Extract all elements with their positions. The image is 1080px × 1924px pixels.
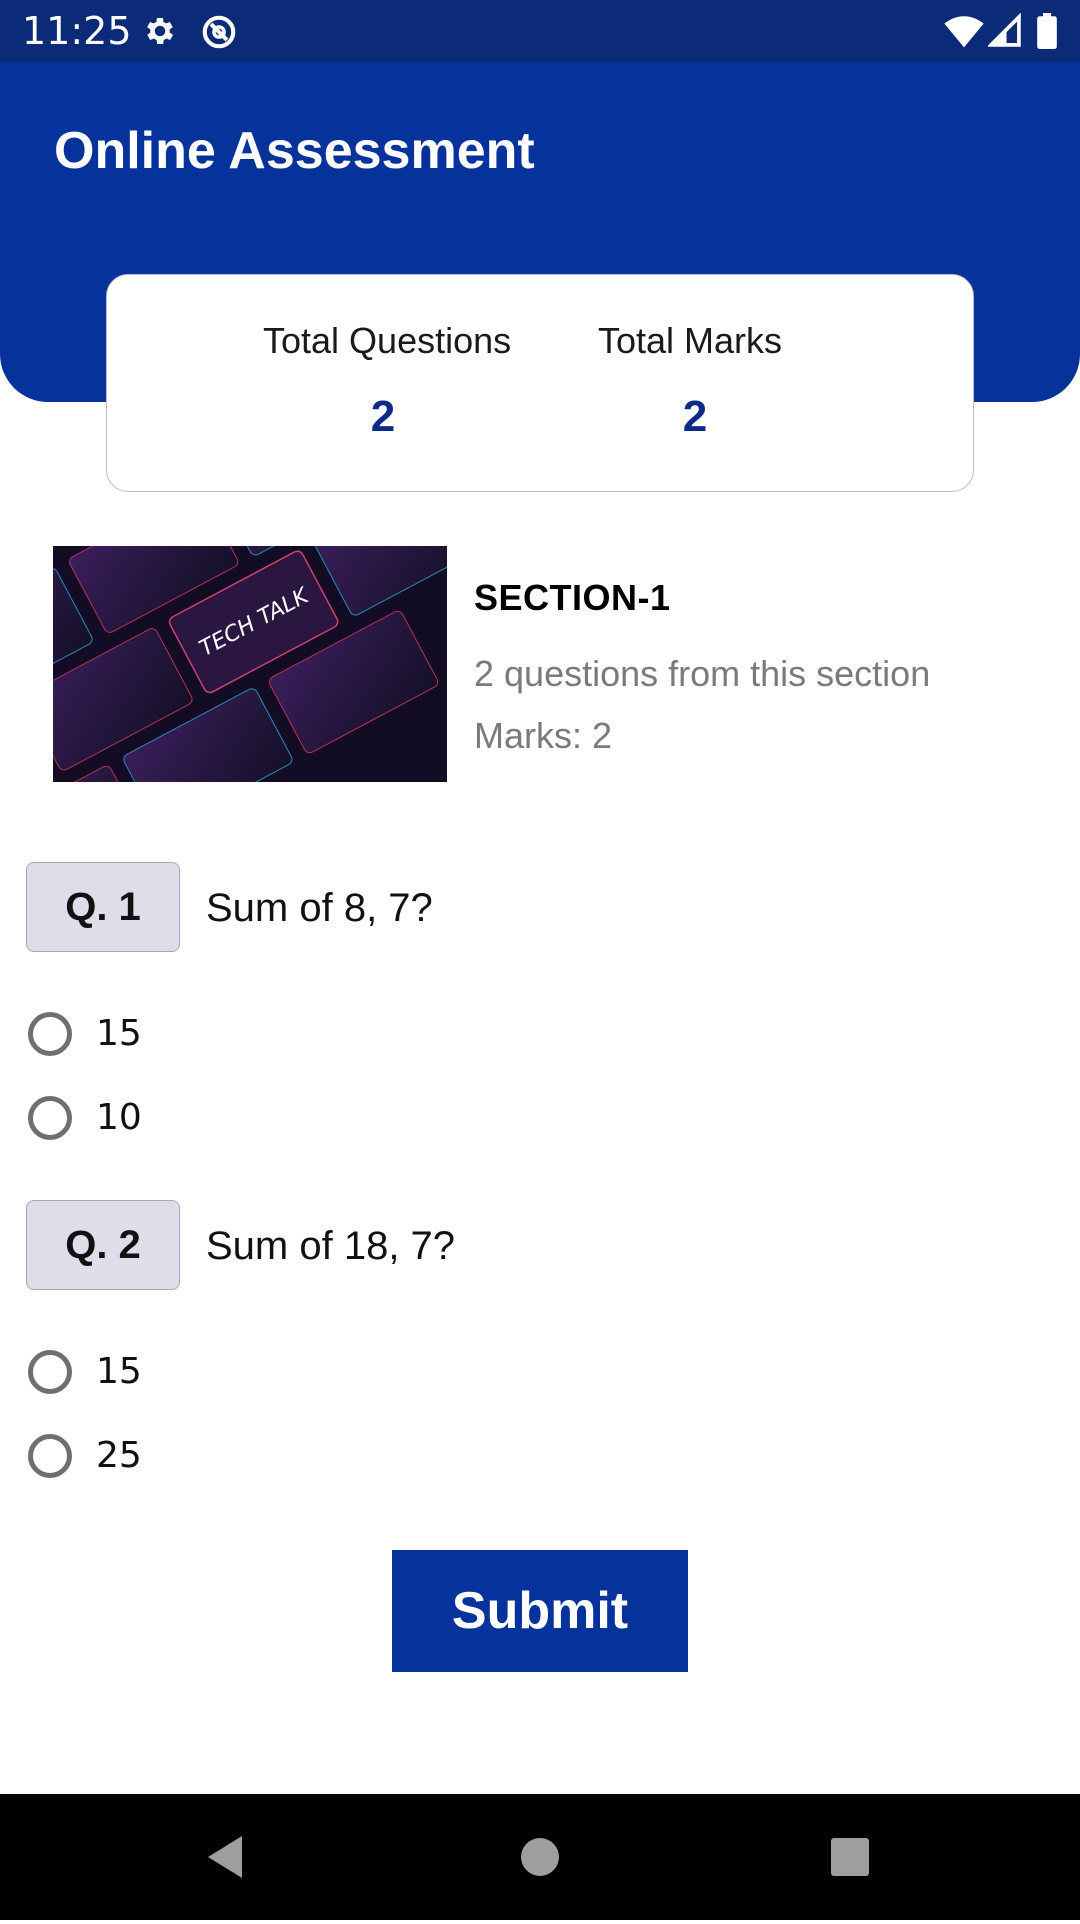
question-2-badge: Q. 2 xyxy=(26,1200,180,1290)
signal-icon xyxy=(986,12,1024,49)
total-questions-label: Total Questions xyxy=(263,320,512,361)
back-icon[interactable] xyxy=(166,1794,286,1920)
section-description: 2 questions from this section xyxy=(474,653,931,694)
total-marks-label: Total Marks xyxy=(597,320,783,361)
total-questions-stat: Total Questions 2 xyxy=(263,319,511,443)
section-thumbnail: TECH TALK xyxy=(53,546,447,782)
navigation-bar xyxy=(0,1794,1080,1920)
question-2-text: Sum of 18, 7? xyxy=(206,1224,456,1268)
question-1-text: Sum of 8, 7? xyxy=(206,886,433,930)
page-title: Online Assessment xyxy=(54,122,535,180)
question-1-option-2[interactable]: 10 xyxy=(28,1092,142,1144)
wifi-icon xyxy=(944,13,984,49)
status-bar: 11:25 xyxy=(0,0,1080,62)
question-2-option-2[interactable]: 25 xyxy=(28,1430,142,1482)
option-label: 15 xyxy=(96,1013,142,1054)
option-label: 10 xyxy=(96,1097,142,1138)
summary-card: Total Questions 2 Total Marks 2 xyxy=(106,274,974,492)
radio-button[interactable] xyxy=(28,1434,72,1478)
option-label: 15 xyxy=(96,1351,142,1392)
home-icon[interactable] xyxy=(480,1794,600,1920)
section-marks: Marks: 2 xyxy=(474,715,613,756)
battery-icon xyxy=(1036,13,1058,49)
option-label: 25 xyxy=(96,1435,142,1476)
status-time: 11:25 xyxy=(22,9,132,53)
question-1-badge: Q. 1 xyxy=(26,862,180,952)
gear-icon xyxy=(142,13,178,49)
recents-icon[interactable] xyxy=(790,1794,910,1920)
question-2-option-1[interactable]: 15 xyxy=(28,1346,142,1398)
radio-button[interactable] xyxy=(28,1350,72,1394)
radio-button[interactable] xyxy=(28,1012,72,1056)
total-marks-stat: Total Marks 2 xyxy=(595,319,795,443)
no-disturb-icon xyxy=(200,13,236,49)
radio-button[interactable] xyxy=(28,1096,72,1140)
question-1-option-1[interactable]: 15 xyxy=(28,1008,142,1060)
total-marks-value: 2 xyxy=(682,392,708,441)
submit-button[interactable]: Submit xyxy=(392,1550,688,1672)
section-title: SECTION-1 xyxy=(474,577,671,618)
total-questions-value: 2 xyxy=(370,392,396,441)
